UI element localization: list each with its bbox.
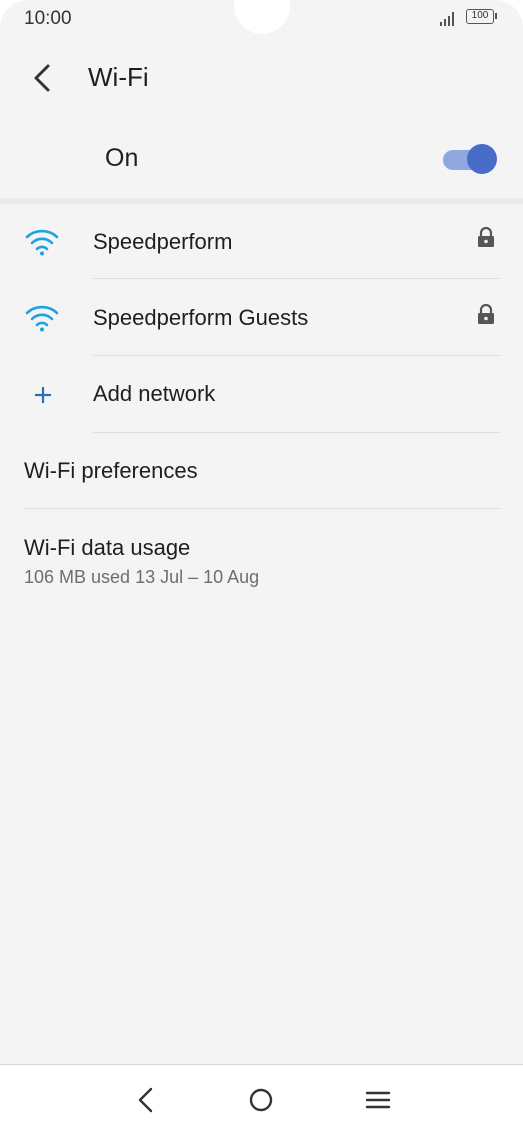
wifi-preferences-item[interactable]: Wi-Fi preferences: [0, 440, 523, 504]
row-divider: [93, 355, 500, 356]
app-header: Wi-Fi: [0, 48, 523, 108]
battery-level: 100: [471, 10, 489, 21]
switch-thumb: [467, 144, 497, 174]
wifi-preferences-label: Wi-Fi preferences: [24, 458, 198, 483]
network-item-speedperform[interactable]: Speedperform: [0, 212, 523, 276]
network-item-speedperform-guests[interactable]: Speedperform Guests: [0, 288, 523, 352]
nav-menu-icon[interactable]: [363, 1085, 393, 1115]
back-arrow-icon[interactable]: [28, 62, 56, 94]
status-time: 10:00: [24, 8, 72, 29]
wifi-data-usage-summary: 106 MB used 13 Jul – 10 Aug: [24, 567, 260, 587]
network-name: Speedperform: [93, 229, 233, 254]
wifi-toggle-label: On: [105, 144, 139, 172]
settings-screen: 10:00 100 Wi-Fi On Speedperform Speedper…: [0, 0, 523, 1064]
system-nav-bar: [0, 1064, 523, 1134]
status-bar: 10:00 100: [0, 0, 523, 36]
battery-tip: [495, 13, 497, 19]
section-divider: [0, 198, 523, 204]
wifi-switch[interactable]: [443, 144, 497, 174]
row-divider: [93, 278, 500, 279]
row-divider: [93, 432, 500, 433]
add-network-label: Add network: [93, 381, 216, 406]
wifi-signal-icon: [25, 229, 59, 256]
network-name: Speedperform Guests: [93, 305, 309, 330]
wifi-data-usage-label: Wi-Fi data usage: [24, 535, 191, 560]
wifi-signal-icon: [25, 305, 59, 332]
page-title: Wi-Fi: [88, 62, 149, 92]
wifi-data-usage-item[interactable]: Wi-Fi data usage 106 MB used 13 Jul – 10…: [0, 518, 523, 598]
wifi-toggle-row[interactable]: On: [0, 128, 523, 190]
plus-icon: [35, 387, 51, 403]
add-network-item[interactable]: Add network: [0, 364, 523, 428]
signal-icon: [440, 12, 458, 26]
battery-icon: 100: [466, 9, 494, 24]
nav-back-icon[interactable]: [131, 1085, 161, 1115]
nav-home-icon[interactable]: [246, 1085, 276, 1115]
camera-notch: [234, 0, 290, 34]
lock-icon: [478, 226, 494, 247]
lock-icon: [478, 303, 494, 324]
row-divider: [24, 508, 500, 509]
